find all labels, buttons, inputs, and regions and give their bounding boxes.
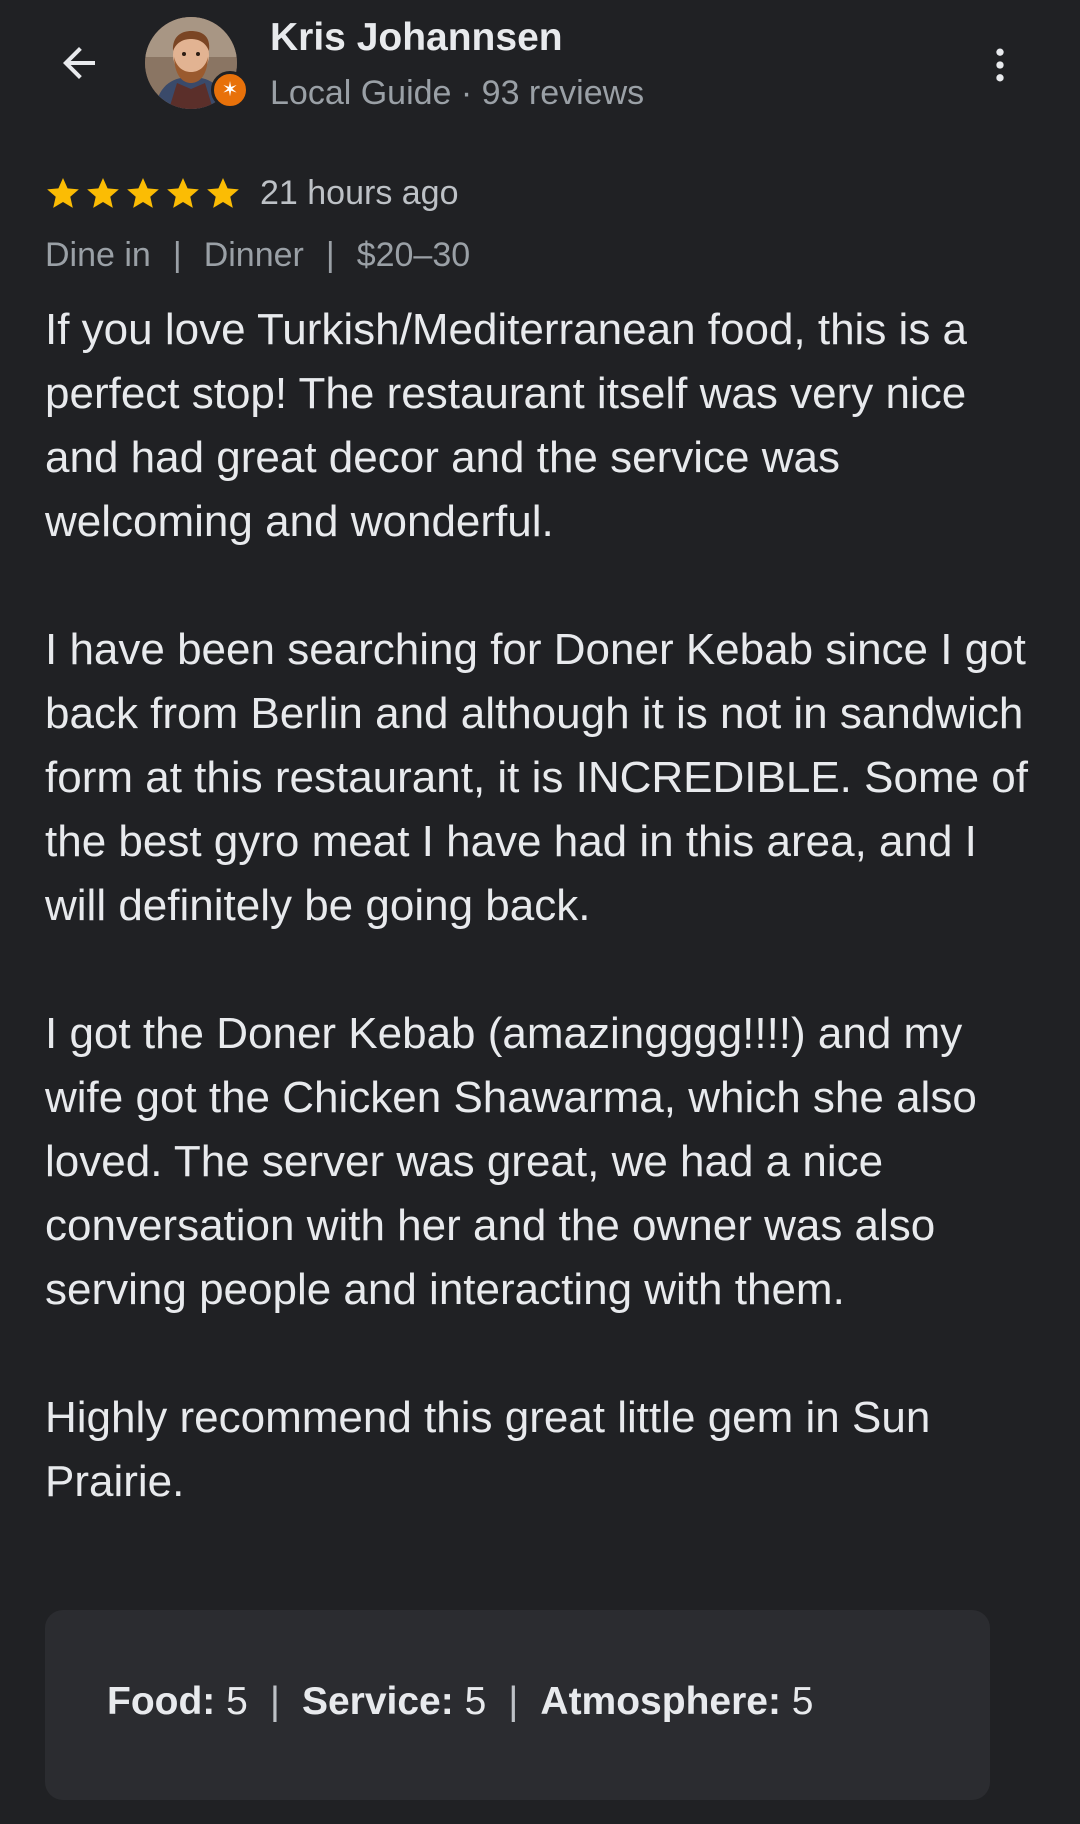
subrating-separator: |: [508, 1680, 519, 1723]
review-tag: Dinner: [203, 236, 304, 274]
subratings-card: Food: 5 | Service: 5 | Atmosphere: 5: [45, 1610, 990, 1800]
star-icon: [207, 177, 239, 208]
subrating-value: 5: [215, 1680, 248, 1723]
subrating-item: Food: 5: [107, 1680, 248, 1724]
review-header: ✶ Kris Johannsen Local Guide · 93 review…: [0, 0, 1080, 130]
subrating-label: Food:: [107, 1680, 216, 1723]
review-text[interactable]: If you love Turkish/Mediterranean food, …: [45, 298, 1045, 1514]
subrating-value: 5: [453, 1680, 487, 1723]
subrating-value: 5: [780, 1680, 814, 1723]
reviewer-avatar-wrapper[interactable]: ✶: [145, 17, 249, 109]
subrating-label: Service:: [301, 1680, 454, 1723]
subrating-item: Service: 5: [302, 1680, 486, 1724]
more-options-button[interactable]: [975, 30, 1025, 100]
review-tag: $20–30: [356, 236, 471, 274]
star-rating: [44, 174, 244, 212]
subrating-label: Atmosphere:: [540, 1680, 781, 1723]
review-paragraph: If you love Turkish/Mediterranean food, …: [45, 305, 968, 546]
review-paragraph: I got the Doner Kebab (amazingggg!!!!) a…: [45, 1009, 977, 1314]
subrating-separator: |: [269, 1680, 280, 1723]
more-vert-icon: [996, 48, 1004, 82]
star-icon: [47, 177, 79, 208]
local-guide-star-icon: ✶: [211, 71, 249, 109]
subratings-row: Food: 5 | Service: 5 | Atmosphere: 5: [107, 1680, 813, 1724]
star-icon: [127, 177, 159, 208]
review-time: 21 hours ago: [260, 173, 459, 212]
reviewer-meta[interactable]: Local Guide · 93 reviews: [270, 74, 644, 113]
tag-separator: |: [172, 236, 182, 274]
star-icon: [167, 177, 199, 208]
reviewer-name[interactable]: Kris Johannsen: [270, 16, 563, 60]
subrating-item: Atmosphere: 5: [540, 1680, 813, 1724]
back-button[interactable]: [44, 28, 114, 98]
review-tag: Dine in: [45, 236, 151, 274]
review-paragraph: I have been searching for Doner Kebab si…: [45, 625, 1028, 930]
star-icon: [87, 177, 119, 208]
review-paragraph: Highly recommend this great little gem i…: [45, 1393, 931, 1506]
review-tags: Dine in | Dinner | $20–30: [45, 236, 470, 275]
rating-row: 21 hours ago: [44, 168, 459, 218]
tag-separator: |: [325, 236, 335, 274]
arrow-back-icon: [63, 47, 95, 79]
